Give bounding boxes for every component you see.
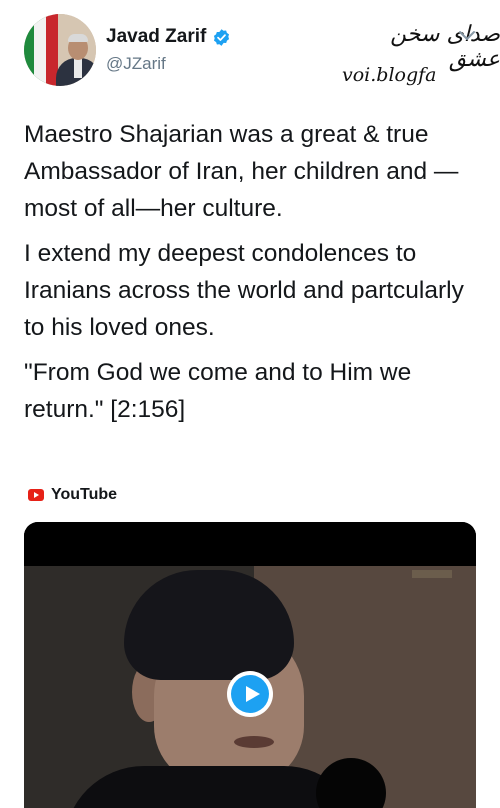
youtube-icon bbox=[28, 489, 44, 501]
tweet-paragraph: Maestro Shajarian was a great & true Amb… bbox=[24, 121, 459, 222]
media-source-label: YouTube bbox=[51, 486, 118, 503]
avatar-shirt bbox=[74, 58, 82, 78]
video-card[interactable] bbox=[24, 522, 476, 808]
thumbnail-light bbox=[412, 570, 452, 578]
tweet-paragraph: "From God we come and to Him we return."… bbox=[24, 359, 412, 423]
chevron-down-icon[interactable] bbox=[458, 30, 476, 42]
play-button[interactable] bbox=[227, 671, 273, 717]
author-name-row[interactable]: Javad Zarif bbox=[106, 26, 231, 48]
tweet-header: Javad Zarif @JZarif صدای سخن عشق voi.blo… bbox=[0, 0, 500, 100]
verified-badge-icon bbox=[214, 28, 230, 46]
play-triangle bbox=[246, 686, 260, 702]
media-source[interactable]: YouTube bbox=[28, 486, 117, 504]
tweet-body: Maestro Shajarian was a great & true Amb… bbox=[24, 116, 484, 436]
avatar-hair bbox=[68, 34, 88, 42]
tweet-paragraph: I extend my deepest condolences to Irani… bbox=[24, 240, 464, 341]
author-name[interactable]: Javad Zarif bbox=[106, 26, 206, 48]
thumbnail-mouth bbox=[234, 736, 274, 748]
avatar[interactable] bbox=[24, 14, 96, 86]
watermark-blog-text: voi.blogfa bbox=[342, 64, 437, 86]
video-letterbox bbox=[24, 522, 476, 566]
play-icon bbox=[231, 675, 269, 713]
author-handle[interactable]: @JZarif bbox=[106, 54, 166, 74]
